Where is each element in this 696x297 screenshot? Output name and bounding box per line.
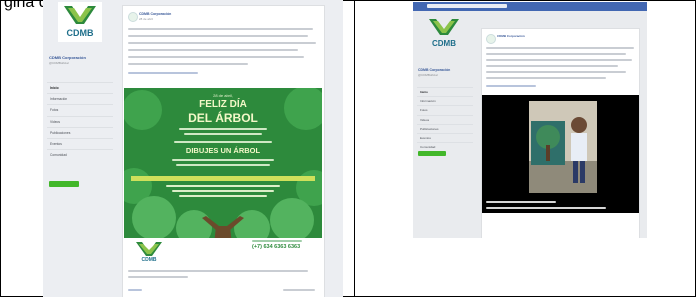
facebook-topbar	[413, 2, 647, 11]
post-text-line	[128, 270, 308, 272]
post-date[interactable]: 28 de abril	[139, 17, 153, 21]
poster-text-line	[166, 185, 280, 187]
facebook-page-screenshot-left: CDMB CDMB Corporación @CDMBoficial Inici…	[43, 0, 343, 297]
nav-item-publicaciones[interactable]: Publicaciones	[417, 123, 473, 133]
nav-item-videos[interactable]: Videos	[47, 115, 113, 127]
avatar[interactable]	[128, 12, 138, 22]
column-divider	[354, 0, 355, 297]
photo-image	[529, 101, 597, 193]
post-text-line	[128, 35, 308, 37]
post-author[interactable]: CDMB Corporación	[497, 34, 525, 38]
nav-item-eventos[interactable]: Eventos	[47, 137, 113, 149]
cdmb-logo-icon: CDMB	[425, 16, 463, 50]
nav-item-inicio[interactable]: Inicio	[47, 82, 113, 93]
poster-footer-line	[252, 240, 302, 242]
poster-text-line	[176, 164, 270, 166]
facebook-page-screenshot-right: CDMB CDMB Corporación @CDMBoficial Inici…	[413, 2, 647, 238]
logo-text: CDMB	[67, 28, 94, 38]
page-nav: Inicio Información Fotos Videos Publicac…	[47, 82, 113, 160]
post-text-line	[486, 77, 606, 79]
post-link-line[interactable]	[486, 85, 536, 87]
nav-item-comunidad[interactable]: Comunidad	[417, 142, 473, 151]
nav-item-fotos[interactable]: Fotos	[47, 104, 113, 115]
create-page-button[interactable]	[49, 181, 79, 187]
poster-banner	[131, 176, 315, 181]
poster-subtitle: DIBUJES UN ÁRBOL	[185, 146, 261, 155]
poster-title-line1: FELIZ DÍA	[199, 99, 247, 110]
post-image-poster[interactable]: 28 de abril, FELIZ DÍA DEL ÁRBOL DIBUJES…	[124, 88, 322, 264]
post-link-line[interactable]	[128, 72, 198, 74]
nav-item-videos[interactable]: Videos	[417, 114, 473, 124]
logo-text: CDMB	[432, 39, 456, 48]
photo-caption-line	[486, 207, 606, 209]
post-text-line	[128, 49, 298, 51]
post-text-line	[486, 47, 634, 49]
poster-title-line2: DEL ÁRBOL	[188, 111, 258, 125]
poster-footer: CDMB (+7) 634 6363 6363	[124, 238, 322, 264]
cdmb-logo-icon: CDMB	[58, 2, 102, 42]
nav-item-eventos[interactable]: Eventos	[417, 132, 473, 142]
nav-item-publicaciones[interactable]: Publicaciones	[47, 126, 113, 138]
page-name[interactable]: CDMB Corporación	[49, 55, 119, 60]
avatar[interactable]	[486, 34, 496, 44]
nav-item-comunidad[interactable]: Comunidad	[47, 149, 113, 160]
logo-small-text: CDMB	[142, 257, 157, 262]
poster-phone: (+7) 634 6363 6363	[252, 244, 301, 250]
poster-text-line	[179, 128, 267, 130]
comments-count[interactable]	[283, 289, 315, 291]
post-text-line	[486, 71, 626, 73]
poster-text-line	[184, 133, 262, 135]
photo-caption-line	[486, 201, 556, 203]
page-handle: @CDMBoficial	[418, 73, 438, 77]
search-input[interactable]	[427, 4, 507, 8]
nav-item-inicio[interactable]: Inicio	[417, 87, 473, 96]
post-text-line	[128, 42, 316, 44]
reactions-icon[interactable]	[128, 289, 142, 291]
page-nav: Inicio Información Fotos Videos Publicac…	[417, 87, 473, 151]
post-card: CDMB Corporación 28 de abril 28 de abril…	[122, 5, 325, 297]
post-text-line	[486, 65, 618, 67]
post-text-line	[128, 276, 188, 278]
poster-text-line	[174, 141, 272, 143]
cdmb-logo-small-icon: CDMB	[136, 242, 162, 262]
nav-item-informacion[interactable]: Información	[417, 96, 473, 105]
nav-item-informacion[interactable]: Información	[47, 93, 113, 104]
nav-item-fotos[interactable]: Fotos	[417, 105, 473, 114]
poster-text-line	[172, 159, 274, 161]
child-with-drawing-icon	[529, 101, 597, 193]
poster-text-line	[172, 190, 274, 192]
page-sidebar: CDMB CDMB Corporación @CDMBoficial Inici…	[43, 0, 118, 297]
post-text-line	[486, 53, 626, 55]
poster-text-line	[179, 195, 267, 197]
poster-date: 28 de abril,	[213, 93, 233, 98]
post-text-line	[486, 59, 632, 61]
post-card: CDMB Corporación	[481, 28, 640, 238]
post-author[interactable]: CDMB Corporación	[139, 12, 171, 16]
post-text-line	[128, 28, 313, 30]
post-text-line	[128, 63, 248, 65]
page-handle: @CDMBoficial	[49, 61, 69, 65]
create-page-button[interactable]	[418, 151, 446, 156]
post-photo[interactable]	[482, 95, 639, 213]
page-name[interactable]: CDMB Corporación	[418, 68, 450, 72]
post-text-line	[128, 56, 304, 58]
